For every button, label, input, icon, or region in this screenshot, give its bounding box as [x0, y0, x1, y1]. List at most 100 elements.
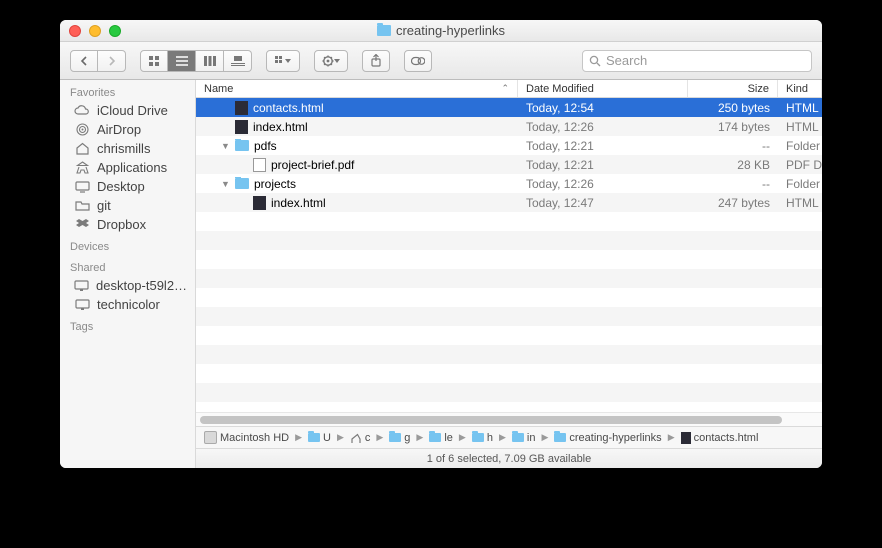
- path-bar[interactable]: Macintosh HD▶U▶c▶g▶le▶h▶in▶creating-hype…: [196, 426, 822, 448]
- zoom-button[interactable]: [109, 25, 121, 37]
- disclosure-triangle[interactable]: ▼: [221, 141, 230, 151]
- sidebar-item-label: technicolor: [97, 297, 160, 312]
- column-view-button[interactable]: [196, 50, 224, 72]
- path-crumb[interactable]: contacts.html: [679, 432, 761, 444]
- sidebar-item[interactable]: technicolor: [60, 295, 195, 314]
- chevron-right-icon: ▶: [666, 432, 677, 443]
- sidebar-item-label: chrismills: [97, 141, 150, 156]
- file-icon: [235, 120, 248, 134]
- titlebar[interactable]: creating-hyperlinks: [60, 20, 822, 42]
- path-crumb-label: creating-hyperlinks: [569, 432, 661, 444]
- path-crumb-label: h: [487, 432, 493, 444]
- folder-icon: [429, 433, 441, 442]
- sidebar-item[interactable]: Dropbox: [60, 215, 195, 234]
- close-button[interactable]: [69, 25, 81, 37]
- icon-view-button[interactable]: [140, 50, 168, 72]
- path-crumb[interactable]: g: [387, 432, 412, 444]
- sidebar-item[interactable]: git: [60, 196, 195, 215]
- file-row[interactable]: ▼pdfsToday, 12:21--Folder: [196, 136, 822, 155]
- empty-row: [196, 250, 822, 269]
- list-view-button[interactable]: [168, 50, 196, 72]
- sidebar-item-label: iCloud Drive: [97, 103, 168, 118]
- share-button[interactable]: [362, 50, 390, 72]
- file-row[interactable]: index.htmlToday, 12:47247 bytesHTML: [196, 193, 822, 212]
- file-name: index.html: [271, 196, 326, 210]
- home-icon: [350, 433, 362, 443]
- file-kind: HTML: [778, 196, 822, 210]
- search-field[interactable]: Search: [582, 50, 812, 72]
- minimize-button[interactable]: [89, 25, 101, 37]
- column-kind[interactable]: Kind: [778, 80, 822, 97]
- file-size: 28 KB: [688, 158, 778, 172]
- column-size[interactable]: Size: [688, 80, 778, 97]
- sidebar-item[interactable]: Applications: [60, 158, 195, 177]
- chevron-right-icon: ▶: [457, 432, 468, 443]
- file-row[interactable]: project-brief.pdfToday, 12:2128 KBPDF D: [196, 155, 822, 174]
- column-name[interactable]: Name⌃: [196, 80, 518, 97]
- path-crumb[interactable]: Macintosh HD: [202, 431, 291, 444]
- apps-icon: [74, 161, 90, 175]
- empty-row: [196, 288, 822, 307]
- path-crumb-label: le: [444, 432, 453, 444]
- file-name: project-brief.pdf: [271, 158, 354, 172]
- file-icon: [235, 101, 248, 115]
- path-crumb[interactable]: creating-hyperlinks: [552, 432, 663, 444]
- path-crumb[interactable]: le: [427, 432, 455, 444]
- horizontal-scrollbar[interactable]: [196, 412, 822, 426]
- folder-icon: [554, 433, 566, 442]
- sidebar: Favorites iCloud Drive AirDrop chrismills Ap…: [60, 80, 196, 468]
- path-crumb[interactable]: c: [348, 432, 373, 444]
- chevron-right-icon: ▶: [374, 432, 385, 443]
- sidebar-item[interactable]: chrismills: [60, 139, 195, 158]
- sidebar-section-header: Devices: [60, 234, 195, 255]
- sidebar-item[interactable]: Desktop: [60, 177, 195, 196]
- empty-row: [196, 383, 822, 402]
- path-crumb-label: Macintosh HD: [220, 432, 289, 444]
- home-icon: [74, 142, 90, 156]
- sidebar-item-label: git: [97, 198, 111, 213]
- window-title-text: creating-hyperlinks: [396, 23, 505, 38]
- file-list: Name⌃ Date Modified Size Kind contacts.h…: [196, 80, 822, 468]
- folder-icon: [472, 433, 484, 442]
- arrange-button[interactable]: [266, 50, 300, 72]
- window-title: creating-hyperlinks: [60, 23, 822, 38]
- back-button[interactable]: [70, 50, 98, 72]
- forward-button[interactable]: [98, 50, 126, 72]
- finder-window: creating-hyperlinks Search: [60, 20, 822, 468]
- file-kind: PDF D: [778, 158, 822, 172]
- file-kind: Folder: [778, 177, 822, 191]
- chevron-right-icon: ▶: [293, 432, 304, 443]
- file-row[interactable]: index.htmlToday, 12:26174 bytesHTML: [196, 117, 822, 136]
- file-date: Today, 12:54: [518, 101, 688, 115]
- tags-button[interactable]: [404, 50, 432, 72]
- file-kind: Folder: [778, 139, 822, 153]
- coverflow-view-button[interactable]: [224, 50, 252, 72]
- path-crumb[interactable]: in: [510, 432, 538, 444]
- sidebar-item[interactable]: iCloud Drive: [60, 101, 195, 120]
- chevron-right-icon: ▶: [539, 432, 550, 443]
- folder-icon: [377, 25, 391, 36]
- file-size: 174 bytes: [688, 120, 778, 134]
- path-crumb[interactable]: h: [470, 432, 495, 444]
- disclosure-triangle[interactable]: ▼: [221, 179, 230, 189]
- sidebar-section-header: Favorites: [60, 80, 195, 101]
- sidebar-item[interactable]: desktop-t59l2…: [60, 276, 195, 295]
- folder-icon: [235, 178, 249, 189]
- empty-row: [196, 364, 822, 383]
- file-row[interactable]: contacts.htmlToday, 12:54250 bytesHTML: [196, 98, 822, 117]
- path-crumb[interactable]: U: [306, 432, 333, 444]
- file-date: Today, 12:47: [518, 196, 688, 210]
- sidebar-item[interactable]: AirDrop: [60, 120, 195, 139]
- sidebar-section-header: Shared: [60, 255, 195, 276]
- file-row[interactable]: ▼projectsToday, 12:26--Folder: [196, 174, 822, 193]
- sidebar-section-header: Tags: [60, 314, 195, 335]
- column-date[interactable]: Date Modified: [518, 80, 688, 97]
- toolbar: Search: [60, 42, 822, 80]
- traffic-lights: [60, 25, 121, 37]
- action-button[interactable]: [314, 50, 348, 72]
- file-size: --: [688, 177, 778, 191]
- empty-row: [196, 345, 822, 364]
- column-headers: Name⌃ Date Modified Size Kind: [196, 80, 822, 98]
- sidebar-item-label: Dropbox: [97, 217, 146, 232]
- file-rows: contacts.htmlToday, 12:54250 bytesHTMLin…: [196, 98, 822, 412]
